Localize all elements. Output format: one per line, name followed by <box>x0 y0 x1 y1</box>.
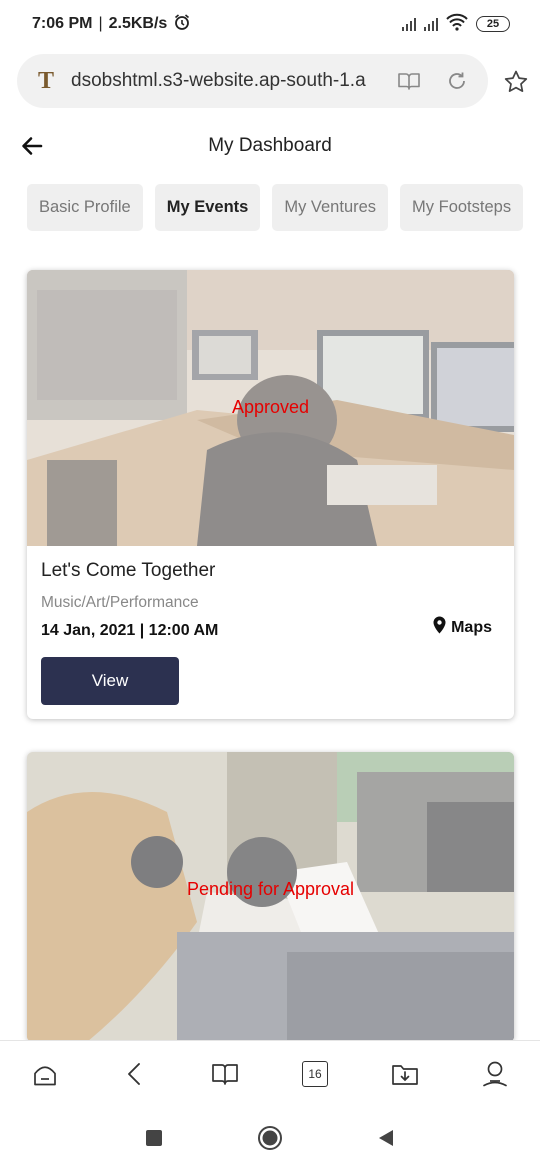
tab-basic-profile[interactable]: Basic Profile <box>27 184 143 231</box>
tab-my-events[interactable]: My Events <box>154 184 261 231</box>
back-icon[interactable] <box>113 1052 157 1096</box>
browser-bottom-nav: 16 <box>0 1040 540 1106</box>
tabs-count-icon[interactable]: 16 <box>293 1052 337 1096</box>
status-separator: | <box>98 15 103 32</box>
system-back-icon[interactable] <box>371 1123 401 1153</box>
url-text[interactable]: dsobshtml.s3-website.ap-south-1.a <box>71 70 376 92</box>
status-right: 25 <box>402 13 510 36</box>
recent-apps-icon[interactable] <box>139 1123 169 1153</box>
reader-mode-icon[interactable] <box>394 66 424 96</box>
back-arrow-icon[interactable] <box>18 132 46 160</box>
dashboard-tabs: Basic Profile My Events My Ventures My F… <box>27 184 524 231</box>
signal-icon-2 <box>424 17 438 31</box>
wifi-icon <box>446 13 468 36</box>
address-bar[interactable]: T dsobshtml.s3-website.ap-south-1.a <box>17 54 488 108</box>
maps-label: Maps <box>451 618 492 636</box>
event-card: Approved Let's Come Together Music/Art/P… <box>27 270 514 719</box>
event-status-label: Approved <box>231 397 310 417</box>
site-favicon-icon: T <box>37 67 54 94</box>
event-card-body: Let's Come Together Music/Art/Performanc… <box>27 546 514 719</box>
bookmarks-icon[interactable] <box>203 1052 247 1096</box>
page-title: My Dashboard <box>208 135 332 156</box>
event-image: Approved <box>27 270 514 546</box>
event-datetime: 14 Jan, 2021 | 12:00 AM <box>41 622 219 639</box>
view-button[interactable]: View <box>41 657 179 705</box>
maps-link[interactable]: Maps <box>433 616 492 639</box>
downloads-icon[interactable] <box>383 1052 427 1096</box>
home-icon[interactable] <box>23 1052 67 1096</box>
tab-count: 16 <box>302 1060 328 1087</box>
event-title: Let's Come Together <box>41 560 216 581</box>
app-header: My Dashboard <box>0 124 540 168</box>
event-category: Music/Art/Performance <box>41 594 199 611</box>
status-speed: 2.5KB/s <box>108 15 168 32</box>
status-bar: 7:06 PM | 2.5KB/s 25 <box>0 0 540 48</box>
status-time: 7:06 PM <box>32 15 93 32</box>
bookmark-star-icon[interactable] <box>500 66 532 98</box>
alarm-icon <box>173 13 191 36</box>
system-nav <box>0 1106 540 1170</box>
event-image: Pending for Approval <box>27 752 514 1042</box>
tab-my-ventures[interactable]: My Ventures <box>272 184 389 231</box>
battery-icon: 25 <box>476 16 510 32</box>
event-status-label: Pending for Approval <box>186 879 355 899</box>
home-button-icon[interactable] <box>255 1123 285 1153</box>
signal-icon <box>402 17 416 31</box>
reload-icon[interactable] <box>442 66 472 96</box>
status-left: 7:06 PM | 2.5KB/s <box>32 13 191 36</box>
profile-icon[interactable] <box>473 1052 517 1096</box>
map-pin-icon <box>433 616 446 639</box>
tab-my-footsteps[interactable]: My Footsteps <box>400 184 524 231</box>
event-card: Pending for Approval <box>27 752 514 1042</box>
